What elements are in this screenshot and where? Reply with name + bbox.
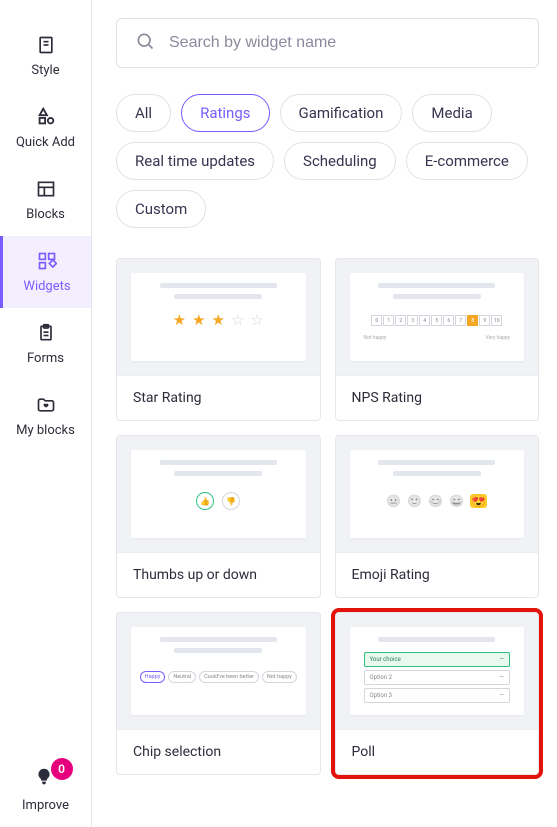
widget-emoji-rating[interactable]: 😐🙂😊😄😍 Emoji Rating <box>335 435 540 598</box>
improve-badge: 0 <box>51 758 73 780</box>
filter-custom[interactable]: Custom <box>116 190 206 228</box>
widget-poll[interactable]: Your choice— Option 2— Option 3— Poll <box>335 612 540 775</box>
thumb-up-icon: 👍 <box>196 492 214 510</box>
filter-ratings[interactable]: Ratings <box>181 94 269 132</box>
nav-forms[interactable]: Forms <box>0 308 91 380</box>
widget-thumbs[interactable]: 👍 👎 Thumbs up or down <box>116 435 321 598</box>
thumb-down-icon: 👎 <box>222 492 240 510</box>
nav-blocks[interactable]: Blocks <box>0 164 91 236</box>
lightbulb-icon <box>33 777 55 792</box>
nav-label: Style <box>31 63 59 78</box>
star-icon-row: ★★★☆☆ <box>145 311 292 329</box>
improve-label: Improve <box>22 798 69 813</box>
folder-heart-icon <box>35 394 57 416</box>
nav-label: Quick Add <box>16 135 75 150</box>
widget-preview: 😐🙂😊😄😍 <box>336 436 539 552</box>
widget-preview: Your choice— Option 2— Option 3— <box>336 613 539 729</box>
chip-row: Happy Neutral Could've been better Not h… <box>145 671 292 683</box>
filter-all[interactable]: All <box>116 94 171 132</box>
nav-improve[interactable]: 0 Improve <box>0 766 91 813</box>
nav-widgets[interactable]: Widgets <box>0 236 91 308</box>
widget-star-rating[interactable]: ★★★☆☆ Star Rating <box>116 258 321 421</box>
filter-realtime[interactable]: Real time updates <box>116 142 274 180</box>
widget-label: Chip selection <box>117 729 320 774</box>
style-icon <box>35 34 57 56</box>
clipboard-icon <box>35 322 57 344</box>
nav-style[interactable]: Style <box>0 20 91 92</box>
search-icon <box>135 31 155 55</box>
widget-preview: ★★★☆☆ <box>117 259 320 375</box>
filter-ecommerce[interactable]: E-commerce <box>406 142 528 180</box>
widget-preview: 👍 👎 <box>117 436 320 552</box>
sidebar: Style Quick Add Blocks Widgets Forms My … <box>0 0 92 827</box>
widget-preview: Happy Neutral Could've been better Not h… <box>117 613 320 729</box>
emoji-row: 😐🙂😊😄😍 <box>364 494 511 508</box>
layout-icon <box>35 178 57 200</box>
nav-quick-add[interactable]: Quick Add <box>0 92 91 164</box>
filter-row: All Ratings Gamification Media Real time… <box>116 94 539 228</box>
search-input[interactable] <box>169 34 520 52</box>
widgets-icon <box>36 250 58 272</box>
search-field[interactable] <box>116 18 539 68</box>
nav-label: Widgets <box>23 279 70 294</box>
filter-media[interactable]: Media <box>412 94 491 132</box>
widget-label: NPS Rating <box>336 375 539 420</box>
widget-nps-rating[interactable]: 012345678910 Not happyVery happy NPS Rat… <box>335 258 540 421</box>
widget-label: Thumbs up or down <box>117 552 320 597</box>
widget-label: Emoji Rating <box>336 552 539 597</box>
nav-label: My blocks <box>16 423 75 438</box>
poll-options: Your choice— Option 2— Option 3— <box>364 652 511 703</box>
nav-my-blocks[interactable]: My blocks <box>0 380 91 452</box>
filter-gamification[interactable]: Gamification <box>280 94 403 132</box>
widget-grid: ★★★☆☆ Star Rating 012345678910 Not happy… <box>116 258 539 775</box>
main-panel: All Ratings Gamification Media Real time… <box>92 0 557 827</box>
shapes-icon <box>35 106 57 128</box>
filter-scheduling[interactable]: Scheduling <box>284 142 396 180</box>
nav-label: Forms <box>27 351 64 366</box>
nps-scale: 012345678910 <box>364 315 511 326</box>
widget-label: Star Rating <box>117 375 320 420</box>
widget-preview: 012345678910 Not happyVery happy <box>336 259 539 375</box>
widget-label: Poll <box>336 729 539 774</box>
widget-chip-selection[interactable]: Happy Neutral Could've been better Not h… <box>116 612 321 775</box>
nav-label: Blocks <box>26 207 65 222</box>
